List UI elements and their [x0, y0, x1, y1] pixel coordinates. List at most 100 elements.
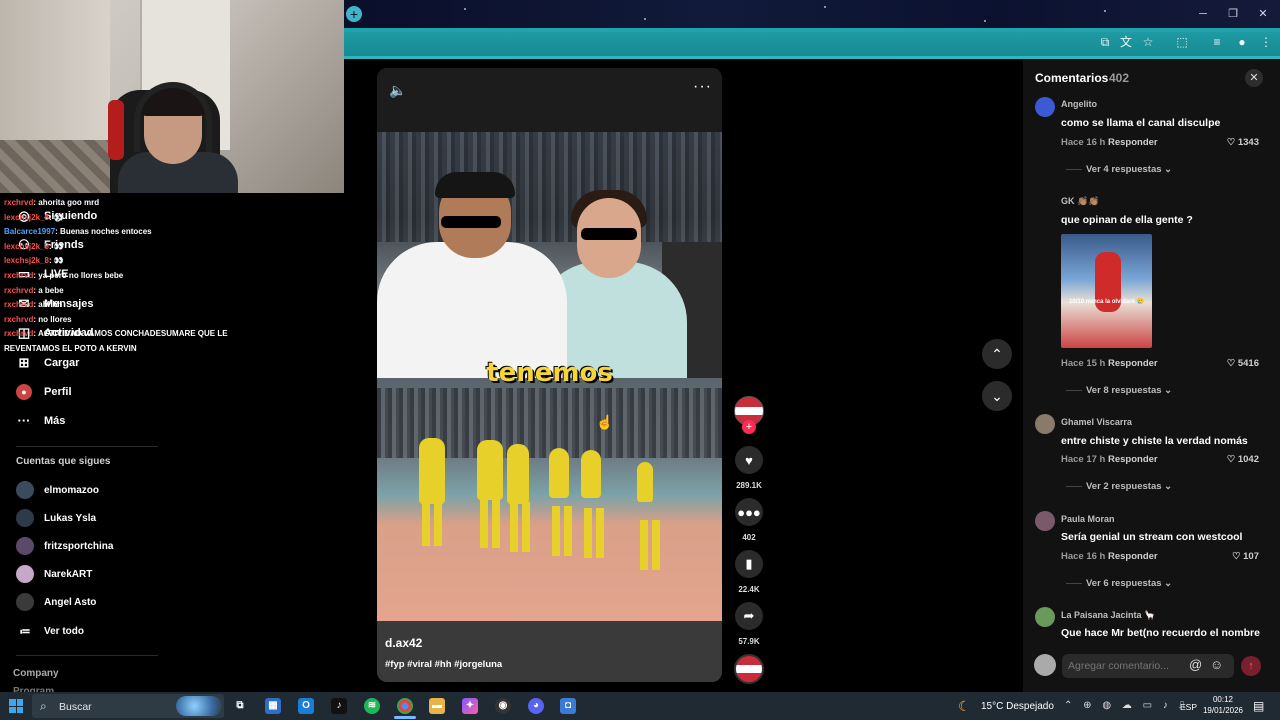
- translate-icon[interactable]: 文: [1119, 35, 1133, 49]
- sidebar-item-label: Cargar: [44, 357, 80, 369]
- close-comments-button[interactable]: ✕: [1245, 69, 1263, 87]
- toolbar-divider: [344, 56, 1280, 59]
- save-button[interactable]: ▮: [735, 550, 763, 578]
- reply-button[interactable]: Responder: [1108, 137, 1158, 148]
- weather-widget[interactable]: 15°C Despejado: [981, 701, 1054, 712]
- post-comment-button[interactable]: ↑: [1241, 656, 1261, 676]
- avatar[interactable]: [1035, 414, 1055, 434]
- more-options-icon[interactable]: ···: [693, 78, 712, 96]
- avatar: [16, 593, 34, 611]
- comment-author[interactable]: GK 👏🏽👏🏽: [1061, 196, 1099, 207]
- reply-button[interactable]: Responder: [1108, 358, 1158, 369]
- chat-username: rxchrvd: [4, 270, 34, 280]
- browser-menu-icon[interactable]: ⋮: [1259, 35, 1273, 49]
- webcam-overlay: [0, 0, 344, 193]
- minimize-button[interactable]: ─: [1192, 4, 1214, 24]
- system-tray-icons[interactable]: ⌃ ⊕ ◍ ☁ ▭ ♪ ⎍: [1064, 700, 1190, 711]
- see-all-following[interactable]: ≔ Ver todo: [16, 621, 85, 641]
- language-indicator[interactable]: ESP: [1180, 702, 1197, 712]
- restore-button[interactable]: ❐: [1222, 4, 1244, 24]
- divider: [1066, 169, 1082, 170]
- comment-author[interactable]: Ghamel Viscarra: [1061, 417, 1132, 427]
- file-explorer-icon[interactable]: ▬: [429, 698, 445, 714]
- follow-button[interactable]: +: [742, 420, 756, 434]
- reply-button[interactable]: Responder: [1108, 551, 1158, 562]
- comment-author[interactable]: Paula Moran: [1061, 514, 1115, 524]
- next-video-button[interactable]: ⌄: [982, 381, 1012, 411]
- following-account[interactable]: Lukas Ysla: [16, 508, 96, 528]
- avatar[interactable]: [1035, 97, 1055, 117]
- chrome-icon[interactable]: [397, 698, 413, 714]
- video-author[interactable]: d.ax42: [385, 636, 422, 650]
- comment-input[interactable]: [1062, 654, 1234, 678]
- volume-icon[interactable]: 🔈: [389, 82, 406, 99]
- heart-icon: ♥: [745, 452, 753, 468]
- chat-text: : a bebe: [33, 285, 64, 295]
- comment-image[interactable]: 10/10 nunca la olvidaré 🥲: [1061, 234, 1152, 348]
- avatar: [16, 509, 34, 527]
- app-icon[interactable]: ◘: [560, 698, 576, 714]
- windows-start-icon[interactable]: [9, 699, 23, 713]
- notifications-icon[interactable]: ▤: [1253, 699, 1264, 713]
- sidebar-item-profile[interactable]: ● Perfil: [16, 381, 72, 403]
- following-account[interactable]: Angel Asto: [16, 592, 96, 612]
- sound-avatar[interactable]: [734, 654, 764, 684]
- new-tab-button[interactable]: +: [346, 6, 362, 22]
- clock-date[interactable]: 19/01/2026: [1201, 706, 1245, 715]
- following-account[interactable]: elmomazoo: [16, 480, 99, 500]
- comment-like-button[interactable]: ♡ 107: [1199, 551, 1259, 562]
- emoji-icon[interactable]: ☺: [1210, 657, 1223, 672]
- view-replies-button[interactable]: Ver 2 respuestas ⌄: [1086, 481, 1172, 492]
- chat-text: : Buenas noches entoces: [55, 227, 152, 237]
- chat-username: lexchsj2k_8: [4, 256, 49, 266]
- install-app-icon[interactable]: ⧉: [1098, 35, 1112, 49]
- mouse-cursor-icon: ☝: [596, 414, 614, 430]
- comment-button[interactable]: ●●●: [735, 498, 763, 526]
- comment-like-count: 107: [1243, 551, 1259, 562]
- video-hashtags[interactable]: #fyp #viral #hh #jorgeluna: [385, 659, 502, 670]
- view-replies-button[interactable]: Ver 6 respuestas ⌄: [1086, 578, 1172, 589]
- window-close-button[interactable]: ✕: [1252, 4, 1274, 24]
- address-bar[interactable]: [344, 28, 1280, 56]
- view-replies-button[interactable]: Ver 8 respuestas ⌄: [1086, 385, 1172, 396]
- copilot-icon[interactable]: ✦: [462, 698, 478, 714]
- comment-like-button[interactable]: ♡ 1343: [1199, 137, 1259, 148]
- avatar[interactable]: [1035, 511, 1055, 531]
- profile-avatar-icon[interactable]: ●: [1235, 35, 1249, 49]
- following-account[interactable]: NarekART: [16, 564, 92, 584]
- comment-like-button[interactable]: ♡ 5416: [1199, 358, 1259, 369]
- task-view-icon[interactable]: ⧉: [232, 698, 248, 714]
- reply-button[interactable]: Responder: [1108, 454, 1158, 465]
- footer-link-company[interactable]: Company: [13, 668, 59, 679]
- media-controls-icon[interactable]: ≡: [1210, 35, 1224, 49]
- comment-like-button[interactable]: ♡ 1042: [1199, 454, 1259, 465]
- bookmark-star-icon[interactable]: ☆: [1141, 35, 1155, 49]
- following-account[interactable]: fritzsportchina: [16, 536, 113, 556]
- avatar[interactable]: [1035, 607, 1055, 627]
- like-button[interactable]: ♥: [735, 446, 763, 474]
- comment-author[interactable]: La Paisana Jacinta 🦙: [1061, 610, 1155, 621]
- store-icon[interactable]: ▦: [265, 698, 281, 714]
- video-player[interactable]: tenemos 🔈 ··· d.ax42 #fyp #viral #hh #jo…: [377, 68, 722, 682]
- avatar: [16, 537, 34, 555]
- save-count: 22.4K: [738, 585, 760, 594]
- comments-count: 402: [1109, 71, 1130, 85]
- comment-author[interactable]: Angelito: [1061, 99, 1097, 109]
- video-caption-overlay: tenemos: [486, 358, 613, 388]
- tiktok-icon[interactable]: ♪: [331, 698, 347, 714]
- previous-video-button[interactable]: ⌃: [982, 339, 1012, 369]
- chat-text: : ya pero no llores bebe: [33, 270, 124, 280]
- mention-icon[interactable]: @: [1189, 657, 1202, 672]
- share-button[interactable]: ➦: [735, 602, 763, 630]
- extensions-icon[interactable]: ⬚: [1175, 35, 1189, 49]
- discord-icon[interactable]: ◕: [528, 698, 544, 714]
- account-name: fritzsportchina: [44, 540, 114, 552]
- obs-icon[interactable]: ◉: [495, 698, 511, 714]
- view-replies-button[interactable]: Ver 4 respuestas ⌄: [1086, 164, 1172, 175]
- clock-time[interactable]: 00:12: [1201, 695, 1245, 704]
- see-all-label: Ver todo: [44, 625, 85, 637]
- spotify-icon[interactable]: ≋: [364, 698, 380, 714]
- outlook-icon[interactable]: O: [298, 698, 314, 714]
- sidebar-item-upload[interactable]: ⊞ Cargar: [16, 352, 80, 374]
- sidebar-item-more[interactable]: ··· Más: [16, 410, 66, 432]
